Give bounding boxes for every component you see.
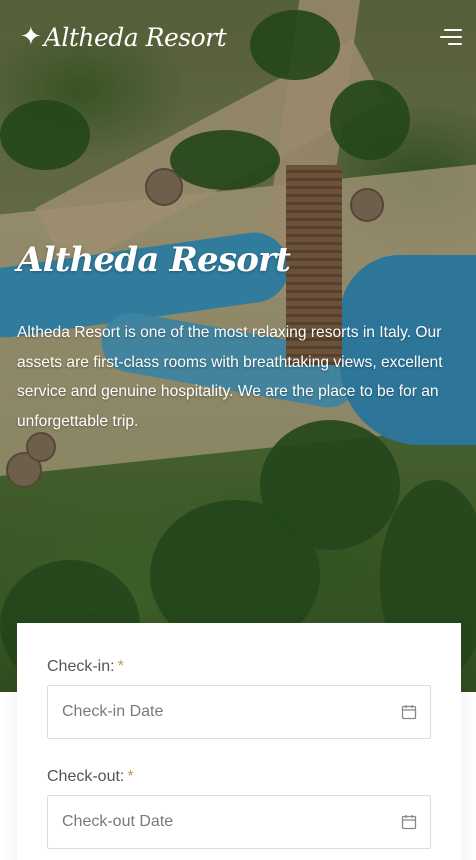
checkout-label-text: Check-out: — [47, 768, 125, 785]
calendar-icon[interactable] — [401, 814, 417, 830]
hamburger-menu-icon[interactable] — [440, 26, 462, 48]
sparkle-icon: ✦ — [20, 22, 42, 52]
brand-logo[interactable]: ✦ Altheda Resort — [20, 20, 227, 54]
checkout-placeholder: Check-out Date — [62, 813, 174, 830]
booking-form: Check-in: * Check-in Date Check-out: * Che… — [17, 623, 461, 860]
hero-title: Altheda Resort — [17, 240, 291, 280]
checkin-placeholder: Check-in Date — [62, 703, 164, 720]
checkout-date-input[interactable]: Check-out Date — [47, 795, 431, 849]
hero-description: Altheda Resort is one of the most relaxi… — [17, 324, 443, 430]
checkout-label: Check-out: * — [47, 768, 134, 786]
required-marker: * — [117, 658, 124, 675]
navbar: ✦ Altheda Resort — [0, 0, 476, 76]
checkin-label-text: Check-in: — [47, 658, 115, 675]
checkin-date-input[interactable]: Check-in Date — [47, 685, 431, 739]
calendar-icon[interactable] — [401, 704, 417, 720]
brand-name: Altheda Resort — [43, 22, 227, 52]
required-marker: * — [127, 768, 134, 785]
checkin-label: Check-in: * — [47, 658, 124, 676]
